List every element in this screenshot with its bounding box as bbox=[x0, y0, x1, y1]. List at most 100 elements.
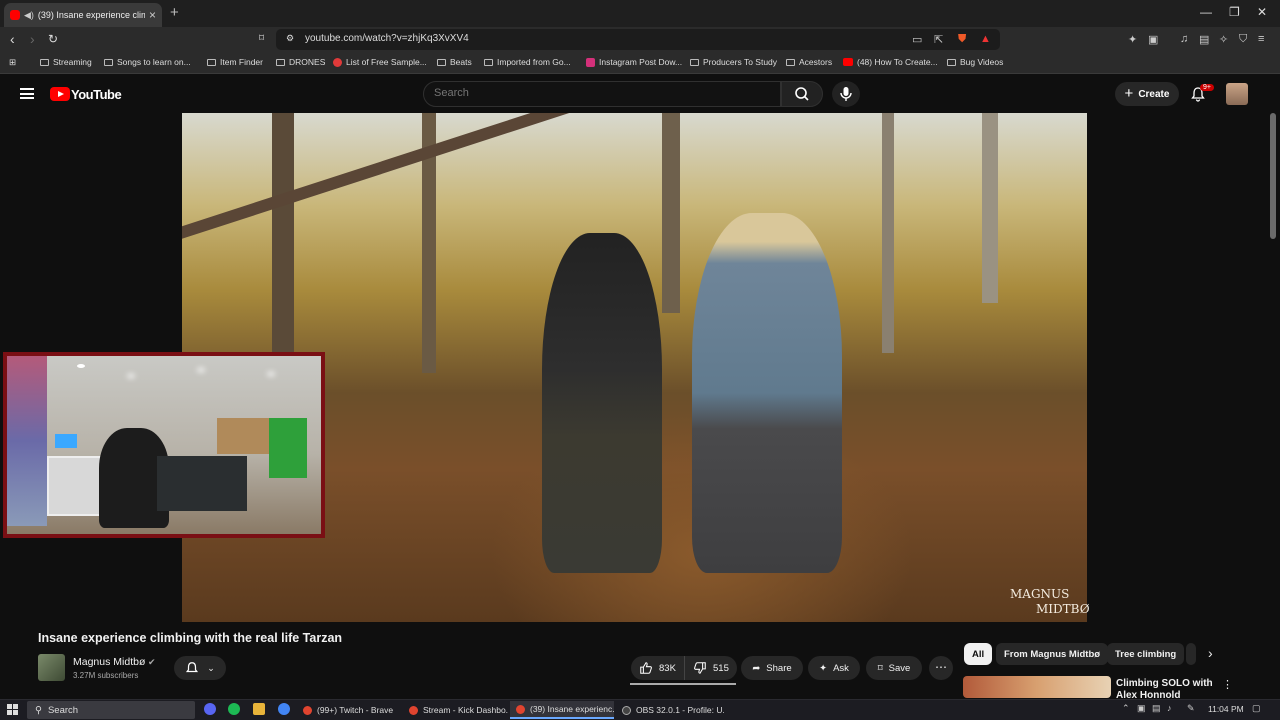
channel-avatar[interactable] bbox=[38, 654, 65, 681]
bookmark-drones[interactable]: DRONES bbox=[276, 57, 325, 67]
bookmark-producers[interactable]: Producers To Study bbox=[690, 57, 777, 67]
youtube-logo-text[interactable]: YouTube bbox=[71, 87, 122, 102]
chip-all[interactable]: All bbox=[964, 643, 993, 665]
wall-posters bbox=[7, 356, 47, 526]
save-button[interactable]: ⌑ Save bbox=[866, 656, 922, 680]
wallet-icon[interactable]: ▤ bbox=[1199, 33, 1209, 46]
windows-start-icon[interactable] bbox=[7, 704, 18, 715]
extensions-icon[interactable]: ✦ bbox=[1128, 33, 1137, 46]
taskbar-window-kick[interactable]: Stream - Kick Dashbo... bbox=[403, 701, 508, 719]
tray-overflow-icon[interactable]: ⌃ bbox=[1122, 703, 1130, 714]
new-tab-button[interactable]: + bbox=[170, 4, 179, 21]
pen-icon[interactable]: ✎ bbox=[1187, 703, 1195, 714]
bookmark-beats[interactable]: Beats bbox=[437, 57, 472, 67]
tray-app-icon[interactable]: ▤ bbox=[1152, 703, 1161, 714]
bookmark-imported[interactable]: Imported from Go... bbox=[484, 57, 571, 67]
bookmark-instagram[interactable]: Instagram Post Dow... bbox=[586, 57, 682, 67]
leo-ai-icon[interactable]: ✧ bbox=[1219, 33, 1228, 46]
microphone-icon bbox=[840, 87, 852, 101]
account-avatar[interactable] bbox=[1226, 83, 1248, 105]
share-page-icon[interactable]: ⇱ bbox=[934, 33, 943, 46]
tree-trunk bbox=[882, 113, 894, 353]
cast-icon[interactable]: ▭ bbox=[912, 33, 922, 46]
bookmark-streaming[interactable]: Streaming bbox=[40, 57, 92, 67]
bookmark-free-samples[interactable]: List of Free Sample... bbox=[333, 57, 427, 67]
brave-icon bbox=[409, 705, 418, 715]
site-icon bbox=[586, 57, 595, 67]
thumbs-up-icon bbox=[640, 662, 652, 674]
taskbar-clock[interactable]: 11:04 PM bbox=[1208, 704, 1244, 714]
audio-playing-icon[interactable]: ◀) bbox=[24, 10, 34, 21]
minimize-window-button[interactable]: — bbox=[1200, 5, 1212, 19]
webcam-overlay bbox=[3, 352, 325, 538]
more-actions-icon[interactable]: ⋯ bbox=[929, 656, 953, 680]
sidebar-toggle-icon[interactable]: ▣ bbox=[1148, 33, 1158, 46]
chrome-icon[interactable] bbox=[278, 703, 290, 715]
person-striped-sweater bbox=[542, 233, 662, 573]
channel-name[interactable]: Magnus Midtbø bbox=[73, 656, 145, 668]
recommended-thumbnail[interactable] bbox=[963, 676, 1111, 698]
share-button[interactable]: ➦ Share bbox=[741, 656, 803, 680]
chip-tree-climbing[interactable]: Tree climbing bbox=[1107, 643, 1185, 665]
search-input[interactable] bbox=[434, 87, 764, 99]
ask-button[interactable]: ✦ Ask bbox=[808, 656, 860, 680]
folder-icon bbox=[690, 58, 699, 66]
tray-app-icon[interactable]: ▣ bbox=[1137, 703, 1146, 714]
bookmark-item-finder[interactable]: Item Finder bbox=[207, 57, 263, 67]
chevron-down-icon: ⌄ bbox=[207, 662, 215, 673]
file-explorer-icon[interactable] bbox=[253, 703, 265, 715]
taskbar-window-twitch[interactable]: (99+) Twitch - Brave bbox=[297, 701, 397, 719]
page-scrollbar[interactable] bbox=[1270, 113, 1276, 239]
bookmark-acestors[interactable]: Acestors bbox=[786, 57, 832, 67]
more-options-icon[interactable]: ⋮ bbox=[1222, 678, 1233, 691]
taskbar-window-obs[interactable]: OBS 32.0.1 - Profile: U... bbox=[616, 701, 724, 719]
brave-rewards-icon[interactable]: ▲ bbox=[980, 33, 991, 45]
close-tab-icon[interactable]: × bbox=[149, 8, 156, 22]
folder-icon bbox=[786, 58, 795, 66]
dislike-button[interactable]: 515 bbox=[685, 656, 729, 680]
browser-tab-title: (39) Insane experience climbi bbox=[37, 10, 145, 20]
discord-icon[interactable] bbox=[204, 703, 216, 715]
watermark-line1: MAGNUS bbox=[1010, 587, 1070, 601]
bookmark-how-to-create[interactable]: (48) How To Create... bbox=[843, 57, 938, 67]
chevron-right-icon[interactable]: › bbox=[1208, 645, 1213, 661]
verified-badge-icon: ✔ bbox=[148, 657, 156, 667]
bookmark-page-icon[interactable]: ⌑ bbox=[259, 33, 264, 44]
brave-shields-icon[interactable]: ⛊ bbox=[958, 33, 966, 46]
bookmark-songs[interactable]: Songs to learn on... bbox=[104, 57, 191, 67]
bookmark-bug-videos[interactable]: Bug Videos bbox=[947, 57, 1003, 67]
url-text[interactable]: youtube.com/watch?v=zhjKq3XvXV4 bbox=[305, 33, 469, 44]
taskbar-window-youtube[interactable]: (39) Insane experienc... bbox=[510, 701, 614, 719]
subscription-notifications-button[interactable]: ⌄ bbox=[174, 656, 226, 680]
like-count: 83K bbox=[659, 662, 676, 674]
like-button[interactable]: 83K bbox=[631, 656, 685, 680]
bookmark-label: Producers To Study bbox=[703, 57, 778, 67]
create-button[interactable]: + Create bbox=[1115, 82, 1179, 106]
bookmark-label: List of Free Sample... bbox=[346, 57, 427, 67]
search-button[interactable] bbox=[781, 81, 823, 107]
taskbar-window-label: Stream - Kick Dashbo... bbox=[423, 705, 508, 715]
menu-icon[interactable]: ≡ bbox=[1258, 33, 1264, 45]
tree-trunk bbox=[982, 113, 998, 303]
back-icon[interactable]: ‹ bbox=[10, 31, 15, 47]
chip-from-channel[interactable]: From Magnus Midtbø bbox=[996, 643, 1109, 665]
reload-icon[interactable]: ↻ bbox=[48, 32, 58, 46]
search-icon: ⚲ bbox=[35, 704, 42, 716]
close-window-button[interactable]: ✕ bbox=[1257, 5, 1267, 19]
voice-search-button[interactable] bbox=[832, 81, 860, 107]
media-icon[interactable]: ♫ bbox=[1180, 33, 1188, 45]
vpn-icon[interactable]: ⛉ bbox=[1239, 33, 1247, 46]
youtube-logo-icon[interactable] bbox=[50, 87, 70, 101]
notification-center-icon[interactable]: ▢ bbox=[1252, 703, 1261, 714]
maximize-window-button[interactable]: ❐ bbox=[1229, 5, 1240, 19]
guide-menu-icon[interactable] bbox=[20, 88, 34, 99]
chip-partial[interactable] bbox=[1186, 643, 1196, 665]
volume-icon[interactable]: ♪ bbox=[1167, 703, 1172, 713]
taskbar-search[interactable]: ⚲ Search bbox=[27, 701, 195, 719]
like-ratio-bar bbox=[630, 683, 736, 685]
forward-icon[interactable]: › bbox=[30, 31, 35, 47]
spotify-icon[interactable] bbox=[228, 703, 240, 715]
site-info-icon[interactable]: ⚙ bbox=[286, 33, 294, 44]
browser-tab-active[interactable]: ◀) (39) Insane experience climbi × bbox=[4, 3, 162, 27]
apps-grid-icon[interactable]: ⊞ bbox=[9, 57, 16, 68]
